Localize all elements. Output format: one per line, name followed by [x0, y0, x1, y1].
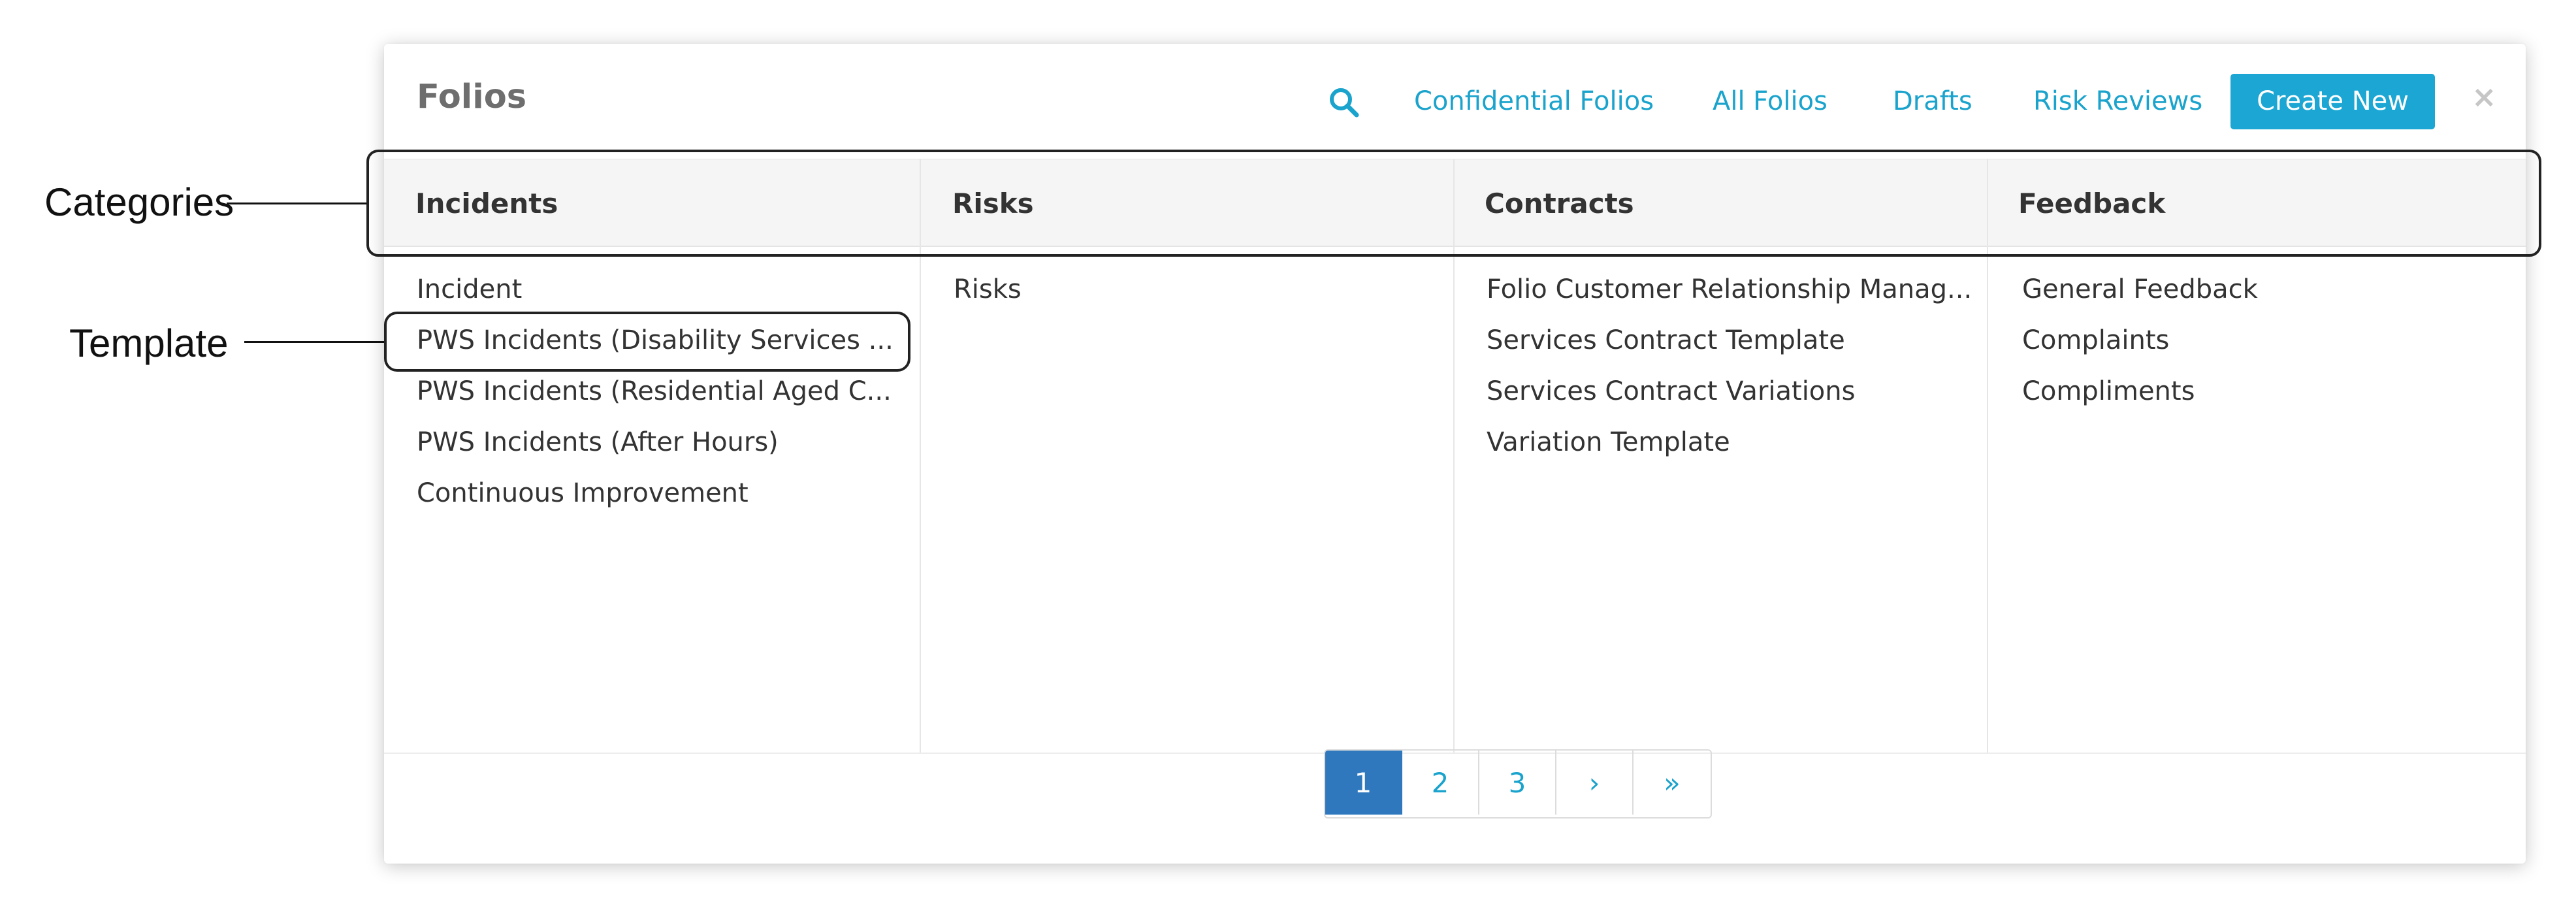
page-button-3[interactable]: 3	[1479, 751, 1556, 815]
template-item[interactable]: Services Contract Variations	[1487, 376, 1855, 407]
template-annotation-line	[244, 341, 385, 343]
template-item[interactable]: PWS Incidents (Residential Aged C...	[417, 376, 892, 407]
template-item[interactable]: Variation Template	[1487, 427, 1730, 458]
template-item[interactable]: PWS Incidents (After Hours)	[417, 427, 779, 458]
page-button-2[interactable]: 2	[1402, 751, 1479, 815]
nav-drafts[interactable]: Drafts	[1893, 86, 1972, 117]
template-item[interactable]: General Feedback	[2022, 274, 2258, 305]
create-new-button[interactable]: Create New	[2230, 74, 2435, 129]
last-page-button[interactable]: »	[1634, 751, 1711, 815]
template-item[interactable]: Compliments	[2022, 376, 2195, 407]
template-item[interactable]: Risks	[954, 274, 1022, 305]
nav-confidential-folios[interactable]: Confidential Folios	[1414, 86, 1654, 117]
template-annotation-box	[384, 312, 910, 372]
template-item[interactable]: Folio Customer Relationship Manag...	[1487, 274, 1972, 305]
categories-annotation-box	[366, 150, 2541, 257]
pagination: 1 2 3 › »	[1324, 749, 1712, 819]
modal-title: Folios	[417, 78, 527, 116]
nav-risk-reviews[interactable]: Risk Reviews	[2033, 86, 2202, 117]
template-item[interactable]: Services Contract Template	[1487, 325, 1845, 356]
next-page-button[interactable]: ›	[1556, 751, 1634, 815]
nav-all-folios[interactable]: All Folios	[1713, 86, 1827, 117]
template-annotation-label: Template	[69, 321, 229, 365]
search-icon[interactable]	[1327, 85, 1362, 120]
template-item[interactable]: Continuous Improvement	[417, 478, 749, 509]
template-item[interactable]: Incident	[417, 274, 522, 305]
categories-annotation-label: Categories	[44, 180, 234, 224]
page-button-1[interactable]: 1	[1325, 751, 1402, 815]
categories-annotation-line	[227, 203, 369, 204]
template-item[interactable]: Complaints	[2022, 325, 2169, 356]
close-icon[interactable]: ×	[2471, 82, 2497, 112]
